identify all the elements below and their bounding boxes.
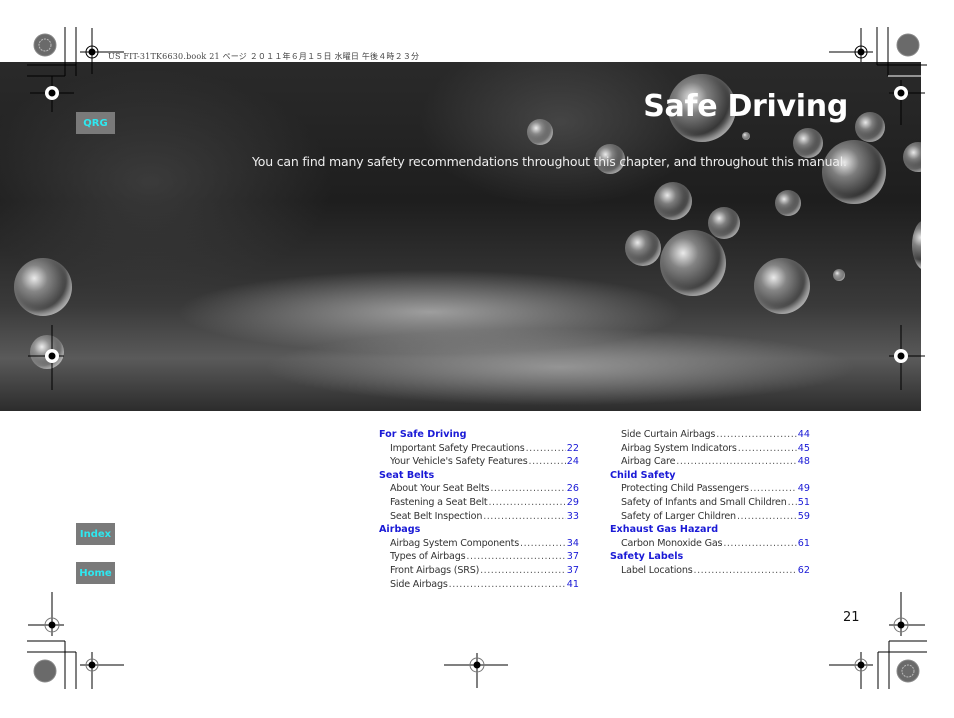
print-registration-marks [27,27,927,689]
crosshair-target-icon [889,80,925,125]
crosshair-target-icon [444,653,508,688]
register-circle-icon [896,33,920,57]
crosshair-target-icon [829,28,873,62]
crosshair-target-icon [889,325,925,390]
crosshair-target-icon [30,76,74,112]
crosshair-target-icon [889,592,925,636]
crosshair-target-icon [28,325,64,390]
crosshair-target-icon [829,652,873,689]
crosshair-target-icon [28,592,64,636]
register-circle-icon [33,659,57,683]
register-circle-icon [896,659,920,683]
crosshair-target-icon [80,652,124,689]
register-circle-icon [33,33,57,57]
crosshair-target-icon [80,28,124,74]
